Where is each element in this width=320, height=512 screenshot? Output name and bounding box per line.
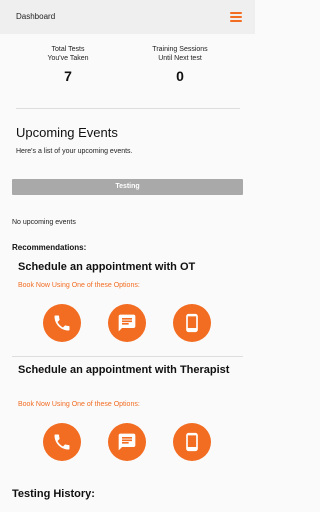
tab-testing[interactable]: Testing <box>12 179 243 195</box>
therapist-phone-button[interactable] <box>43 423 81 461</box>
no-events-text: No upcoming events <box>12 219 76 226</box>
training-sessions-stat: Training Sessions Until Next test 0 <box>125 45 235 84</box>
therapist-message-button[interactable] <box>108 423 146 461</box>
testing-history-title: Testing History: <box>12 488 95 500</box>
phone-icon <box>54 434 70 450</box>
message-icon <box>118 314 136 332</box>
page-title: Dashboard <box>16 12 56 21</box>
mobile-icon <box>186 432 198 452</box>
therapist-mobile-button[interactable] <box>173 423 211 461</box>
upcoming-events-title: Upcoming Events <box>16 125 118 140</box>
therapist-appointment-subtitle: Book Now Using One of these Options: <box>18 401 140 408</box>
recommendations-heading: Recommendations: <box>12 243 87 252</box>
message-icon <box>118 433 136 451</box>
training-sessions-label: Training Sessions Until Next test <box>152 46 208 62</box>
divider <box>12 356 243 357</box>
total-tests-label: Total Tests You've Taken <box>47 46 89 62</box>
ot-phone-button[interactable] <box>43 304 81 342</box>
menu-icon[interactable] <box>230 12 242 22</box>
training-sessions-value: 0 <box>176 68 184 84</box>
divider <box>16 108 240 109</box>
ot-appointment-title: Schedule an appointment with OT <box>18 261 196 273</box>
upcoming-events-subtitle: Here's a list of your upcoming events. <box>16 148 133 155</box>
ot-message-button[interactable] <box>108 304 146 342</box>
app-bar: Dashboard <box>0 0 255 34</box>
therapist-appointment-title: Schedule an appointment with Therapist <box>18 364 230 376</box>
total-tests-value: 7 <box>64 68 72 84</box>
total-tests-stat: Total Tests You've Taken 7 <box>13 45 123 84</box>
ot-appointment-subtitle: Book Now Using One of these Options: <box>18 282 140 289</box>
mobile-icon <box>186 313 198 333</box>
ot-mobile-button[interactable] <box>173 304 211 342</box>
phone-icon <box>54 315 70 331</box>
